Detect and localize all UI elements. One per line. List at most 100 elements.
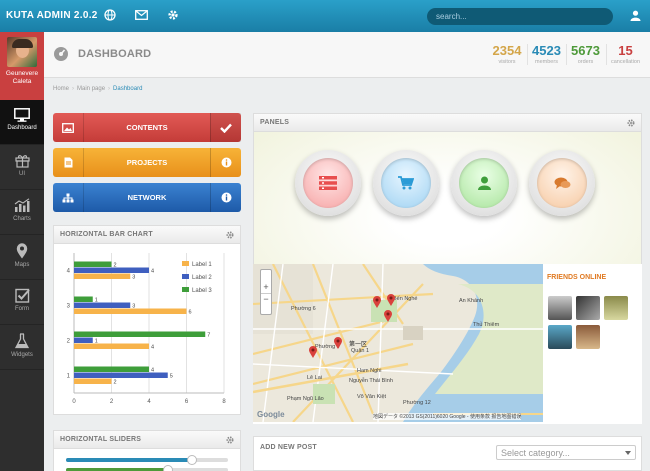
gear-icon[interactable] (226, 436, 234, 446)
y-tick-label: 4 (67, 269, 71, 275)
document-icon (53, 148, 84, 177)
add-post-panel: ADD NEW POST Select category... (253, 436, 642, 471)
legend-label: Label 1 (192, 262, 212, 268)
data-label: 4 (151, 368, 154, 374)
panel-circle-chat[interactable] (529, 150, 595, 216)
user-icon (477, 176, 491, 190)
list-icon (319, 176, 337, 190)
map-label: Phạm Ngũ Lão (287, 396, 324, 402)
gear-icon[interactable] (627, 119, 635, 129)
check-icon[interactable] (210, 113, 241, 142)
slider-2-handle[interactable] (163, 465, 174, 471)
x-tick-label: 0 (72, 399, 76, 405)
sidebar-item-ui[interactable]: UI (0, 145, 44, 190)
bar-label-3 (74, 366, 149, 372)
map-label: Nguyễn Thái Bình (349, 378, 393, 384)
sliders-panel: HORIZONTAL SLIDERS (53, 430, 241, 471)
contents-button[interactable]: CONTENTS (53, 113, 241, 142)
map-label: Bến Nghé (393, 296, 418, 302)
x-tick-label: 4 (147, 399, 151, 405)
map-pin-icon[interactable] (384, 310, 392, 322)
gear-icon[interactable] (166, 8, 180, 22)
bar-label-1 (74, 308, 187, 314)
user-icon[interactable] (628, 8, 642, 22)
info-icon[interactable] (210, 148, 241, 177)
map-label: Ham Nghi (357, 368, 382, 374)
data-label: 3 (132, 304, 135, 310)
avatar (7, 37, 37, 67)
breadcrumb-main[interactable]: Main page (77, 86, 105, 92)
search-input[interactable]: search... (427, 8, 613, 25)
data-label: 7 (207, 333, 210, 339)
network-button[interactable]: NETWORK (53, 183, 241, 212)
sidebar-item-maps[interactable]: Maps (0, 235, 44, 280)
bar-label-2 (74, 302, 131, 308)
chevron-down-icon (625, 451, 631, 455)
friend-avatar[interactable] (576, 296, 600, 320)
data-label: 3 (132, 275, 135, 281)
info-icon[interactable] (210, 183, 241, 212)
globe-icon[interactable] (103, 8, 117, 22)
x-tick-label: 2 (110, 399, 114, 405)
main-content: DASHBOARD 2354 visitors 4523 members 567… (44, 32, 650, 471)
monitor-icon (14, 108, 30, 122)
data-label: 1 (95, 339, 98, 345)
map-view[interactable]: + − Phường 6 Phường 9 Quận 1 Bến Nghé An… (253, 264, 543, 422)
friend-avatar[interactable] (604, 296, 628, 320)
sidebar-item-widgets[interactable]: Widgets (0, 325, 44, 370)
sidebar-item-dashboard[interactable]: Dashboard (0, 100, 44, 145)
map-pin-icon[interactable] (387, 294, 395, 306)
map-pin-icon[interactable] (373, 296, 381, 308)
flask-icon (15, 333, 29, 349)
map-zoom-control[interactable]: + − (260, 269, 272, 315)
gear-icon[interactable] (226, 231, 234, 241)
map-pin-icon[interactable] (309, 346, 317, 358)
friend-avatar[interactable] (576, 325, 600, 349)
contents-label: CONTENTS (126, 123, 168, 132)
top-bar: KUTA ADMIN 2.0.2 search... (0, 0, 650, 32)
gift-icon (14, 155, 30, 168)
panel-circle-user[interactable] (451, 150, 517, 216)
x-tick-label: 8 (222, 399, 226, 405)
mail-icon[interactable] (134, 8, 148, 22)
panel-circle-cart[interactable] (373, 150, 439, 216)
data-label: 4 (151, 345, 154, 351)
legend-swatch (182, 261, 189, 266)
map-label: Phường 6 (291, 306, 316, 312)
sliders-title: HORIZONTAL SLIDERS (54, 431, 240, 449)
bar-label-2 (74, 337, 93, 343)
projects-button[interactable]: PROJECTS (53, 148, 241, 177)
bar-label-2 (74, 267, 149, 273)
data-label: 2 (114, 380, 117, 386)
network-label: NETWORK (127, 193, 167, 202)
map-label: Lê Lai (307, 375, 322, 381)
sidebar-item-label: Form (15, 306, 29, 312)
sidebar-item-form[interactable]: Form (0, 280, 44, 325)
google-logo: Google (257, 410, 285, 419)
map-friends-panel: + − Phường 6 Phường 9 Quận 1 Bến Nghé An… (253, 264, 642, 424)
slider-1-handle[interactable] (187, 455, 198, 465)
map-pin-icon[interactable] (334, 337, 342, 349)
map-label: Võ Văn Kiệt (357, 394, 387, 400)
friend-avatar[interactable] (548, 296, 572, 320)
breadcrumb: Home › Main page › Dashboard (53, 86, 143, 92)
slider-1-fill (66, 458, 193, 462)
slider-1[interactable] (66, 455, 228, 465)
map-marker-icon (16, 243, 28, 259)
user-card[interactable]: Geunevere Caleta (0, 32, 44, 100)
zoom-out-button[interactable]: − (261, 294, 271, 305)
data-label: 6 (189, 310, 192, 316)
legend-label: Label 3 (192, 288, 212, 294)
panel-circle-list[interactable] (295, 150, 361, 216)
map-copyright: 地図データ ©2013 GS(2011)6020 Google - 使用条款 报… (373, 413, 522, 420)
bar-label-1 (74, 343, 149, 349)
friend-avatar[interactable] (548, 325, 572, 349)
bar-label-3 (74, 331, 206, 337)
bar-chart-title: HORIZONTAL BAR CHART (54, 226, 240, 244)
zoom-in-button[interactable]: + (261, 282, 271, 294)
category-select[interactable]: Select category... (496, 445, 636, 460)
user-name-last: Caleta (12, 78, 32, 85)
projects-label: PROJECTS (126, 158, 168, 167)
breadcrumb-home[interactable]: Home (53, 86, 69, 92)
sidebar-item-charts[interactable]: Charts (0, 190, 44, 235)
